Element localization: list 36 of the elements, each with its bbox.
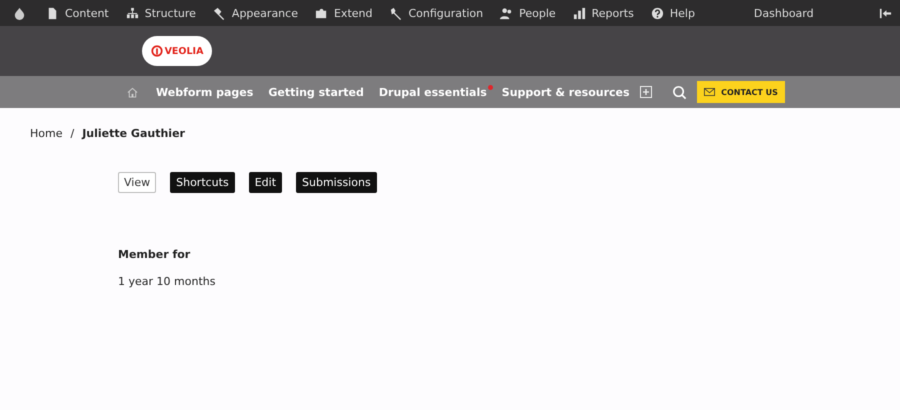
toolbar-item[interactable]: Help bbox=[650, 6, 695, 20]
tab[interactable]: Submissions bbox=[296, 172, 377, 193]
help-icon bbox=[650, 6, 664, 20]
field-label: Member for bbox=[118, 248, 192, 261]
nav-link[interactable]: Support & resources bbox=[502, 86, 630, 98]
toolbar-item[interactable]: Content bbox=[46, 6, 109, 20]
envelope-icon bbox=[704, 88, 716, 96]
people-icon bbox=[500, 6, 514, 20]
nav-link[interactable]: Drupal essentials bbox=[378, 86, 487, 98]
toolbar-item[interactable]: Appearance bbox=[212, 6, 298, 20]
nav-link[interactable]: Webform pages bbox=[156, 86, 254, 98]
hierarchy-icon bbox=[126, 6, 139, 20]
logo[interactable]: VEOLIA bbox=[142, 36, 212, 66]
page-icon bbox=[46, 6, 59, 20]
breadcrumb-link[interactable]: Home bbox=[30, 127, 62, 140]
home-icon[interactable] bbox=[127, 86, 138, 98]
breadcrumb-current: Juliette Gauthier bbox=[82, 127, 185, 140]
collapse-icon[interactable] bbox=[879, 6, 892, 20]
drop-icon[interactable] bbox=[13, 6, 26, 20]
dashboard-link[interactable]: Dashboard bbox=[754, 6, 814, 20]
search-icon[interactable] bbox=[672, 84, 687, 100]
toolbar-item[interactable]: Extend bbox=[314, 6, 372, 20]
tab[interactable]: View bbox=[118, 172, 156, 193]
toolbar-item[interactable]: People bbox=[500, 6, 556, 20]
tab[interactable]: Edit bbox=[248, 172, 282, 193]
field-value: 1 year 10 months bbox=[118, 275, 216, 288]
nav-link[interactable]: Getting started bbox=[268, 86, 364, 98]
breadcrumb-separator: / bbox=[70, 127, 74, 140]
plus-icon[interactable] bbox=[640, 86, 652, 98]
bar-chart-icon bbox=[572, 6, 586, 20]
toolbar-item[interactable]: Reports bbox=[572, 6, 634, 20]
contact-button[interactable]: CONTACT US bbox=[697, 81, 785, 103]
logo-icon bbox=[150, 45, 163, 57]
tab[interactable]: Shortcuts bbox=[170, 172, 235, 193]
toolbar-item[interactable]: Structure bbox=[126, 6, 196, 20]
toolbar-item[interactable]: Configuration bbox=[389, 6, 484, 20]
